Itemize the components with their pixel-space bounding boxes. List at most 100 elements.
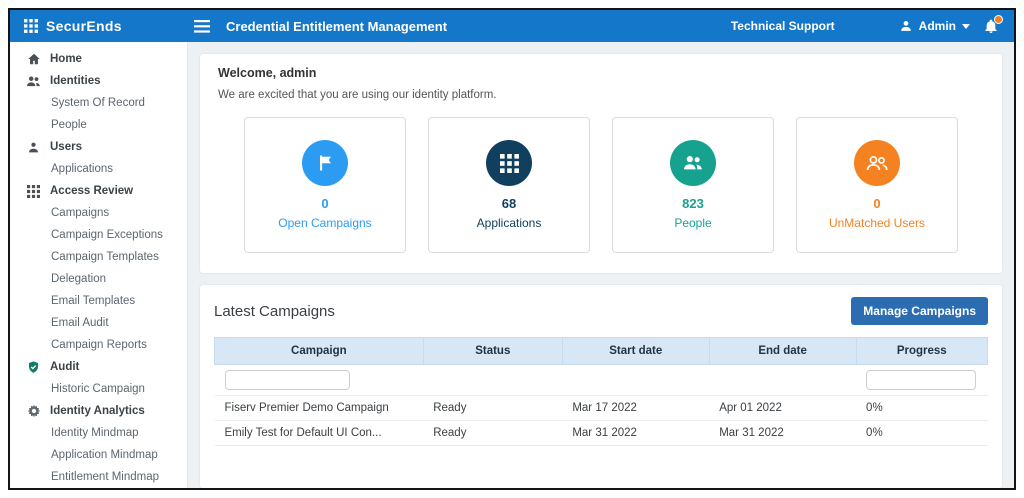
apps-grid-icon: [486, 140, 532, 186]
sidebar-item-campaign-exceptions[interactable]: Campaign Exceptions: [10, 224, 187, 246]
sidebar-item-audit[interactable]: Audit: [10, 356, 187, 378]
grid-icon: [26, 184, 41, 198]
stat-value: 68: [501, 196, 517, 211]
stat-value: 823: [682, 196, 704, 211]
sidebar-item-campaign-reports[interactable]: Campaign Reports: [10, 334, 187, 356]
cell-campaign: Emily Test for Default UI Con...: [214, 420, 424, 446]
column-header-start-date[interactable]: Start date: [561, 337, 710, 365]
stat-value: 0: [873, 196, 881, 211]
sidebar-item-entitlement-mindmap[interactable]: Entitlement Mindmap: [10, 466, 187, 488]
cell-progress: 0%: [856, 395, 988, 421]
filter-cell: [423, 364, 563, 396]
column-header-status[interactable]: Status: [422, 337, 563, 365]
user-avatar-icon: [899, 19, 913, 33]
table-filter-row: [214, 364, 988, 396]
stats-row: 0 Open Campaigns 68 Applications 823 Peo…: [218, 117, 984, 253]
sidebar-item-email-templates[interactable]: Email Templates: [10, 290, 187, 312]
waffle-logo-icon: [24, 19, 38, 33]
technical-support-link[interactable]: Technical Support: [731, 19, 835, 33]
sidebar-item-users[interactable]: Users: [10, 136, 187, 158]
sidebar-item-label: Campaign Exceptions: [51, 229, 163, 241]
brand-name: SecurEnds: [46, 18, 122, 34]
app-window: SecurEnds Credential Entitlement Managem…: [8, 8, 1016, 490]
sidebar-item-label: Access Review: [50, 185, 134, 197]
sidebar-item-label: Email Templates: [51, 295, 136, 307]
sidebar-item-identity-mindmap[interactable]: Identity Mindmap: [10, 422, 187, 444]
admin-cluster: Admin: [899, 14, 1003, 34]
stat-card-applications[interactable]: 68 Applications: [428, 117, 590, 253]
sidebar-item-label: Delegation: [51, 273, 106, 285]
brand-logo: SecurEnds: [10, 18, 188, 34]
sidebar-item-label: Identities: [50, 75, 101, 87]
stat-label: Applications: [476, 216, 542, 230]
sidebar-item-application-mindmap[interactable]: Application Mindmap: [10, 444, 187, 466]
sidebar-item-label: Identity Mindmap: [51, 427, 139, 439]
sidebar-item-email-audit[interactable]: Email Audit: [10, 312, 187, 334]
filter-cell: [562, 364, 710, 396]
sidebar-item-campaign-templates[interactable]: Campaign Templates: [10, 246, 187, 268]
column-header-progress[interactable]: Progress: [855, 337, 989, 365]
progress-filter-input[interactable]: [866, 370, 977, 390]
sidebar-item-label: Email Audit: [51, 317, 109, 329]
sidebar-item-label: People: [51, 119, 87, 131]
cell-end-date: Mar 31 2022: [709, 420, 857, 446]
cell-campaign: Fiserv Premier Demo Campaign: [214, 395, 424, 421]
sidebar-item-applications[interactable]: Applications: [10, 158, 187, 180]
main-content: Welcome, admin We are excited that you a…: [188, 42, 1014, 488]
notification-badge: [994, 14, 1003, 24]
sidebar-item-label: Campaigns: [51, 207, 110, 219]
stat-label: People: [674, 216, 712, 230]
table-row[interactable]: Emily Test for Default UI Con... Ready M…: [214, 420, 988, 446]
column-header-campaign[interactable]: Campaign: [214, 337, 424, 365]
stat-card-open-campaigns[interactable]: 0 Open Campaigns: [244, 117, 406, 253]
stat-card-unmatched-users[interactable]: 0 UnMatched Users: [796, 117, 958, 253]
filter-cell: [214, 364, 424, 396]
cell-progress: 0%: [856, 420, 988, 446]
user-icon: [26, 141, 41, 154]
sidebar-item-label: Campaign Reports: [51, 339, 147, 351]
stat-label: Open Campaigns: [278, 216, 372, 230]
sidebar-item-identities[interactable]: Identities: [10, 70, 187, 92]
sidebar-item-delegation[interactable]: Delegation: [10, 268, 187, 290]
sidebar-item-system-of-record[interactable]: System Of Record: [10, 92, 187, 114]
sidebar-item-identity-analytics[interactable]: Identity Analytics: [10, 400, 187, 422]
admin-dropdown[interactable]: Admin: [899, 19, 970, 33]
table-header-row: Campaign Status Start date End date Prog…: [214, 337, 989, 365]
sidebar-item-historic-campaign[interactable]: Historic Campaign: [10, 378, 187, 400]
admin-label: Admin: [918, 19, 956, 33]
sidebar-item-label: Application Mindmap: [51, 449, 158, 461]
welcome-panel: Welcome, admin We are excited that you a…: [200, 54, 1002, 273]
manage-campaigns-button[interactable]: Manage Campaigns: [851, 297, 988, 325]
stat-value: 0: [321, 196, 329, 211]
sidebar-item-access-review[interactable]: Access Review: [10, 180, 187, 202]
table-row[interactable]: Fiserv Premier Demo Campaign Ready Mar 1…: [214, 395, 988, 421]
filter-cell: [709, 364, 857, 396]
cell-end-date: Apr 01 2022: [709, 395, 857, 421]
sidebar-item-label: System Of Record: [51, 97, 145, 109]
welcome-title: Welcome, admin: [218, 66, 317, 80]
sidebar-nav: Home Identities System Of Record People …: [10, 42, 188, 488]
sidebar-item-home[interactable]: Home: [10, 48, 187, 70]
sidebar-toggle-icon[interactable]: [194, 19, 210, 33]
sidebar-item-label: Historic Campaign: [51, 383, 145, 395]
sidebar-item-label: Home: [50, 53, 82, 65]
sidebar-item-label: Identity Analytics: [50, 405, 145, 417]
sidebar-item-label: Entitlement Mindmap: [51, 471, 160, 483]
cell-start-date: Mar 17 2022: [562, 395, 710, 421]
welcome-subtitle: We are excited that you are using our id…: [218, 89, 497, 101]
campaign-filter-input[interactable]: [224, 370, 350, 390]
cell-status: Ready: [423, 395, 563, 421]
sidebar-item-campaigns[interactable]: Campaigns: [10, 202, 187, 224]
unmatched-users-icon: [854, 140, 900, 186]
sidebar-item-people[interactable]: People: [10, 114, 187, 136]
chevron-down-icon: [962, 23, 970, 29]
shield-icon: [26, 360, 41, 374]
sidebar-item-label: Campaign Templates: [51, 251, 159, 263]
gear-icon: [26, 404, 41, 418]
section-title: Latest Campaigns: [214, 302, 335, 320]
notification-bell-icon[interactable]: [984, 14, 1003, 34]
latest-campaigns-panel: Latest Campaigns Manage Campaigns Campai…: [200, 285, 1002, 488]
column-header-end-date[interactable]: End date: [708, 337, 857, 365]
stat-card-people[interactable]: 823 People: [612, 117, 774, 253]
flag-icon: [302, 140, 348, 186]
